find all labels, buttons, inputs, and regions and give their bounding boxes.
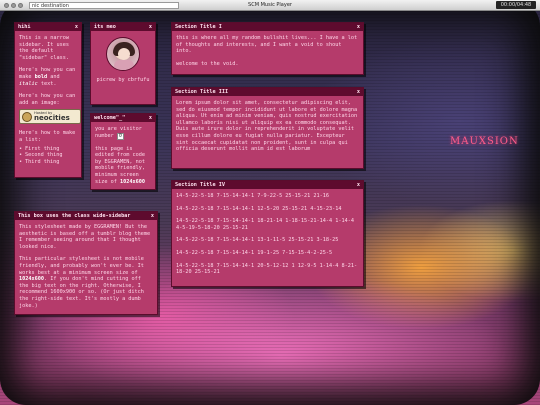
side-text: MAUXSION (450, 136, 519, 147)
avatar-face (118, 48, 130, 60)
close-icon[interactable]: x (151, 212, 154, 220)
neocities-badge[interactable]: Hosted by neocities (19, 109, 81, 125)
section-3-text: Lorem ipsum dolor sit amet, consectetur … (176, 100, 358, 153)
welcome-info: this page is edited from code by EGGRAME… (95, 145, 145, 185)
section-4-body: 14-5-22-5-18 7-15-14-14-1 7-9-22-5 25-15… (172, 189, 363, 286)
avatar (106, 37, 140, 71)
player-title: SCM Music Player (248, 2, 292, 8)
code-line: 14-5-22-5-18 7-15-14-14-1 18-21-14 1-18-… (176, 218, 355, 231)
section-1-welcome: welcome to the void. (176, 60, 239, 67)
hihi-title: hihi (18, 24, 31, 30)
hihi-body: This is a narrow sidebar. It uses the de… (15, 31, 81, 169)
section-3-title: Section Title III (175, 89, 229, 95)
list-item: Second thing (19, 152, 77, 159)
section-4: Section Title IV x 14-5-22-5-18 7-15-14-1… (171, 180, 364, 287)
hihi-header: hihi x (15, 23, 81, 31)
its-meo-title: its meo (94, 24, 116, 30)
its-meo-header: its meo x (91, 23, 155, 31)
close-dot-icon[interactable] (4, 2, 9, 8)
window-controls (4, 2, 23, 8)
code-line: 14-5-22-5-18 7-15-14-14-1 20-5-12-12 1 1… (176, 262, 358, 276)
visitor-counter: 0 (116, 132, 124, 140)
hihi-intro: This is a narrow sidebar. It uses the de… (19, 35, 69, 61)
code-line: 14-5-22-5-18 7-15-14-14-1 13-1-11-5 25-1… (176, 237, 339, 244)
hihi-list: First thing Second thing Third thing (19, 146, 77, 166)
its-meo-body: picrew by cbrfufu (91, 31, 155, 88)
section-3-body: Lorem ipsum dolor sit amet, consectetur … (172, 96, 363, 163)
minimize-dot-icon[interactable] (11, 2, 16, 8)
hihi-image-text: Here's how you can add an image: (19, 93, 76, 106)
wide-title: This box uses the class wide-sidebar (18, 213, 131, 219)
wide-text-2: This particular stylesheet is not mobile… (19, 256, 144, 309)
close-icon[interactable]: x (357, 181, 360, 189)
track-field[interactable]: nic destination (29, 1, 179, 9)
section-4-header: Section Title IV x (172, 181, 363, 189)
player-clock: 00:00/04:48 (496, 1, 536, 9)
code-line: 14-5-22-5-18 7-15-14-14-1 19-1-25 7-15-1… (176, 249, 333, 256)
welcome-title: welcome"_" (94, 115, 126, 121)
section-3: Section Title III x Lorem ipsum dolor sit… (171, 87, 364, 169)
section-1-header: Section Title I x (172, 23, 363, 31)
close-icon[interactable]: x (357, 23, 360, 31)
close-icon[interactable]: x (357, 88, 360, 96)
section-1-text: this is where all my random bullshit liv… (176, 35, 358, 55)
wide-text-1: This stylesheet made by EGGRAMEN! But th… (19, 224, 151, 250)
welcome-box: welcome"_" x you are visitor number 0 thi… (90, 113, 156, 190)
wide-body: This stylesheet made by EGGRAMEN! But th… (15, 220, 157, 319)
section-1-title: Section Title I (175, 24, 222, 30)
welcome-header: welcome"_" x (91, 114, 155, 122)
hihi-sidebar: hihi x This is a narrow sidebar. It uses … (14, 22, 82, 178)
hihi-format: Here's how you can make bold and italic … (19, 67, 76, 87)
close-icon[interactable]: x (149, 114, 152, 122)
music-player-bar: nic destination SCM Music Player 00:00/0… (0, 0, 540, 11)
visitor-text: you are visitor number 0 (95, 126, 142, 140)
list-item: First thing (19, 146, 77, 153)
close-icon[interactable]: x (149, 23, 152, 31)
avatar-caption: picrew by cbrfufu (96, 77, 150, 83)
zoom-dot-icon[interactable] (18, 2, 23, 8)
close-icon[interactable]: x (75, 23, 78, 31)
code-line: 14-5-22-5-18 7-15-14-14-1 7-9-22-5 25-15… (176, 193, 330, 199)
list-item: Third thing (19, 159, 77, 166)
neocities-cat-icon (22, 111, 32, 122)
section-1: Section Title I x this is where all my ra… (171, 22, 364, 75)
code-line: 14-5-22-5-18 7-15-14-14-1 12-5-20 25-15-… (176, 205, 342, 212)
neocities-big: neocities (34, 114, 70, 123)
wide-sidebar: This box uses the class wide-sidebar x Th… (14, 211, 158, 315)
section-1-body: this is where all my random bullshit liv… (172, 31, 363, 77)
wide-header: This box uses the class wide-sidebar x (15, 212, 157, 220)
section-4-title: Section Title IV (175, 182, 225, 188)
its-meo-box: its meo x picrew by cbrfufu (90, 22, 156, 105)
hihi-list-text: Here's how to make a list: (19, 130, 76, 143)
welcome-body: you are visitor number 0 this page is ed… (91, 122, 155, 195)
avatar-body (114, 60, 134, 70)
section-3-header: Section Title III x (172, 88, 363, 96)
